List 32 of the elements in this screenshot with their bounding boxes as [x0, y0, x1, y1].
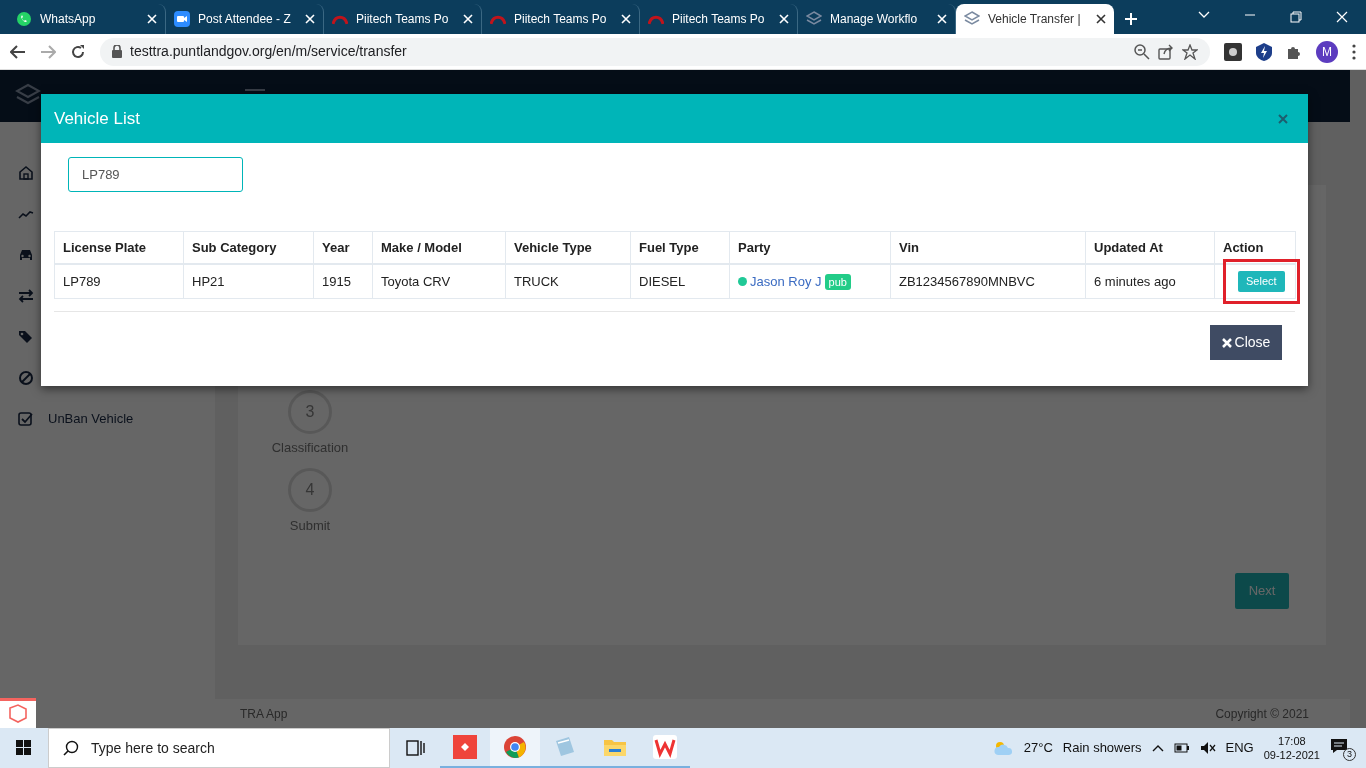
table-cell: 1915 — [313, 263, 373, 299]
column-header: Updated At — [1085, 231, 1215, 264]
column-header: Vehicle Type — [505, 231, 631, 264]
tab-title: Piitech Teams Po — [356, 11, 450, 28]
copyright-text: Copyright © 2021 — [1215, 705, 1309, 723]
party-tag: pub — [824, 273, 851, 290]
tab-title: Post Attendee - Z — [198, 11, 292, 28]
tab-title: WhatsApp — [40, 11, 97, 28]
temperature-text: 27°C — [1023, 739, 1053, 758]
column-header: Action — [1214, 231, 1296, 264]
table-cell: DIESEL — [630, 263, 730, 299]
column-header: Make / Model — [372, 231, 506, 264]
table-cell: HP21 — [183, 263, 314, 299]
column-header: Year — [313, 231, 373, 264]
column-header: Sub Category — [183, 231, 314, 264]
footer-text: TRA App — [240, 705, 288, 723]
column-header: Fuel Type — [630, 231, 730, 264]
column-header: License Plate — [54, 231, 184, 264]
table-cell: LP789 — [54, 263, 184, 299]
tab-title: Piitech Teams Po — [514, 11, 608, 28]
url-text: testtra.puntlandgov.org/en/m/service/transfer — [130, 42, 408, 61]
table-cell: Toyota CRV — [372, 263, 506, 299]
tab-title: Manage Workflo — [830, 11, 919, 28]
table-cell: ZB1234567890MNBVC — [890, 263, 1086, 299]
weather-text: Rain showers — [1062, 739, 1142, 758]
table-cell: TRUCK — [505, 263, 631, 299]
tab-title: Vehicle Transfer | — [988, 11, 1082, 28]
table-cell: 6 minutes ago — [1085, 263, 1215, 299]
tab-title: Piitech Teams Po — [672, 11, 766, 28]
column-header: Vin — [890, 231, 1086, 264]
modal-title: Vehicle List — [54, 107, 140, 130]
column-header: Party — [729, 231, 891, 264]
